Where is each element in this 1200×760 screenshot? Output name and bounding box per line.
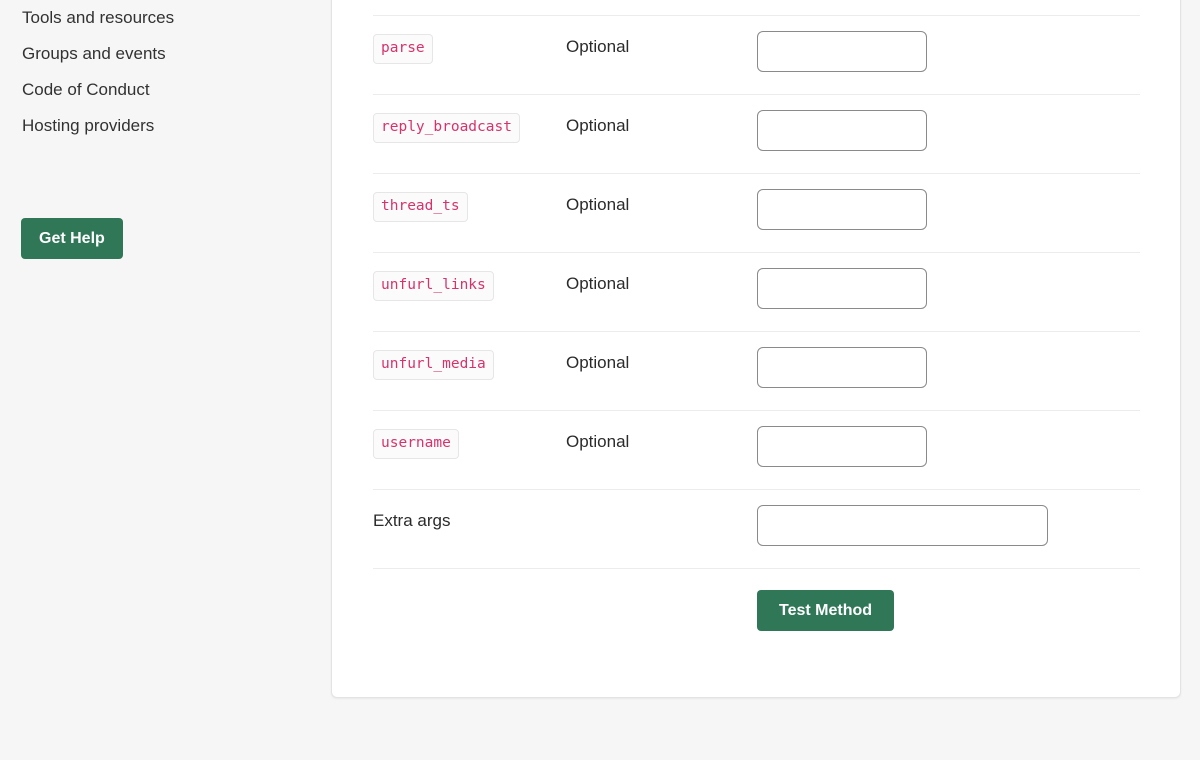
param-input-cell <box>757 95 927 174</box>
param-name-parse: parse <box>373 34 433 64</box>
table-row: Extra args <box>373 489 1140 568</box>
sidebar-nav: Tools and resources Groups and events Co… <box>22 0 312 144</box>
param-input-cell <box>757 332 927 411</box>
param-requirement-unfurl-links: Optional <box>566 274 630 293</box>
param-name-cell: username <box>373 411 459 490</box>
param-input-cell <box>757 490 1048 569</box>
param-input-cell <box>757 411 927 490</box>
param-input-username[interactable] <box>757 426 927 467</box>
submit-row: Test Method <box>373 568 1140 678</box>
param-requirement-reply-broadcast: Optional <box>566 116 630 135</box>
param-name-unfurl-media: unfurl_media <box>373 350 494 380</box>
param-requirement-thread-ts: Optional <box>566 195 630 214</box>
sidebar-item-groups-and-events[interactable]: Groups and events <box>22 36 312 72</box>
sidebar-item-hosting-providers[interactable]: Hosting providers <box>22 108 312 144</box>
param-requirement-parse: Optional <box>566 37 630 56</box>
sidebar: Tools and resources Groups and events Co… <box>0 0 331 760</box>
param-name-cell: reply_broadcast <box>373 95 520 174</box>
method-parameters-table: parse Optional reply_broadcast Optional <box>373 15 1140 678</box>
table-row: reply_broadcast Optional <box>373 94 1140 173</box>
param-name-unfurl-links: unfurl_links <box>373 271 494 301</box>
param-input-unfurl-media[interactable] <box>757 347 927 388</box>
param-name-username: username <box>373 429 459 459</box>
table-row: username Optional <box>373 410 1140 489</box>
param-input-thread-ts[interactable] <box>757 189 927 230</box>
get-help-button[interactable]: Get Help <box>21 218 123 259</box>
param-name-cell: unfurl_links <box>373 253 494 332</box>
param-input-cell <box>757 174 927 253</box>
param-input-cell <box>757 253 927 332</box>
param-input-unfurl-links[interactable] <box>757 268 927 309</box>
param-name-cell: unfurl_media <box>373 332 494 411</box>
table-row: unfurl_links Optional <box>373 252 1140 331</box>
table-row: unfurl_media Optional <box>373 331 1140 410</box>
param-name-cell: Extra args <box>373 490 450 569</box>
param-input-cell <box>757 16 927 95</box>
sidebar-item-tools-and-resources[interactable]: Tools and resources <box>22 0 312 36</box>
param-name-extra-args: Extra args <box>373 511 451 530</box>
sidebar-item-code-of-conduct[interactable]: Code of Conduct <box>22 72 312 108</box>
table-row: parse Optional <box>373 15 1140 94</box>
param-input-reply-broadcast[interactable] <box>757 110 927 151</box>
table-row: thread_ts Optional <box>373 173 1140 252</box>
param-name-thread-ts: thread_ts <box>373 192 468 222</box>
param-requirement-unfurl-media: Optional <box>566 353 630 372</box>
param-requirement-username: Optional <box>566 432 630 451</box>
param-name-cell: thread_ts <box>373 174 468 253</box>
param-name-cell: parse <box>373 16 433 95</box>
param-name-reply-broadcast: reply_broadcast <box>373 113 520 143</box>
test-method-button[interactable]: Test Method <box>757 590 895 631</box>
param-input-extra-args[interactable] <box>757 505 1048 546</box>
param-input-parse[interactable] <box>757 31 927 72</box>
method-tester-card: parse Optional reply_broadcast Optional <box>331 0 1181 698</box>
page-root: Tools and resources Groups and events Co… <box>0 0 1200 760</box>
